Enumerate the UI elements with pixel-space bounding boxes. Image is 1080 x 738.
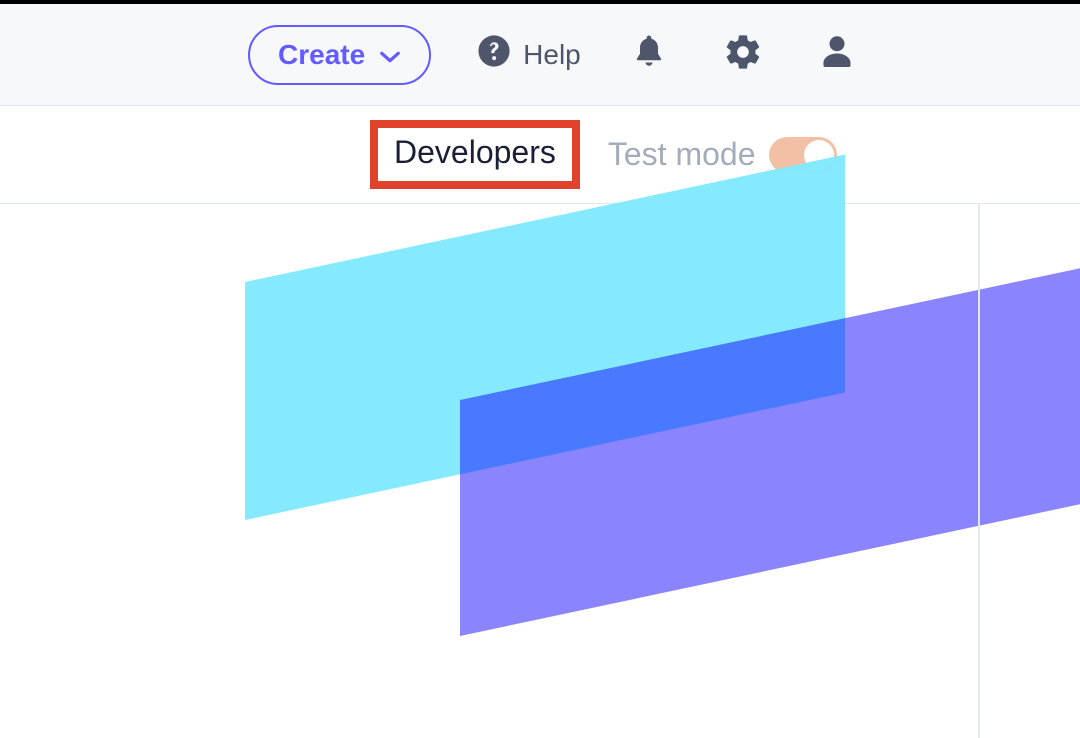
create-button[interactable]: Create xyxy=(248,25,431,85)
developers-label: Developers xyxy=(394,134,556,170)
developers-link[interactable]: Developers xyxy=(370,120,580,189)
test-mode-label: Test mode xyxy=(608,136,756,173)
help-button[interactable]: Help xyxy=(477,34,581,75)
help-icon xyxy=(477,34,511,75)
content-divider xyxy=(978,204,980,738)
content-area xyxy=(0,204,1080,738)
help-label: Help xyxy=(523,39,581,71)
account-button[interactable] xyxy=(819,32,855,77)
chevron-down-icon xyxy=(379,39,401,71)
subbar: Developers Test mode xyxy=(0,106,1080,204)
gear-icon xyxy=(723,32,763,77)
create-button-label: Create xyxy=(278,39,365,71)
topbar: Create Help xyxy=(0,4,1080,106)
bell-icon xyxy=(631,32,667,77)
notifications-button[interactable] xyxy=(631,32,667,77)
settings-button[interactable] xyxy=(723,32,763,77)
person-icon xyxy=(819,32,855,77)
